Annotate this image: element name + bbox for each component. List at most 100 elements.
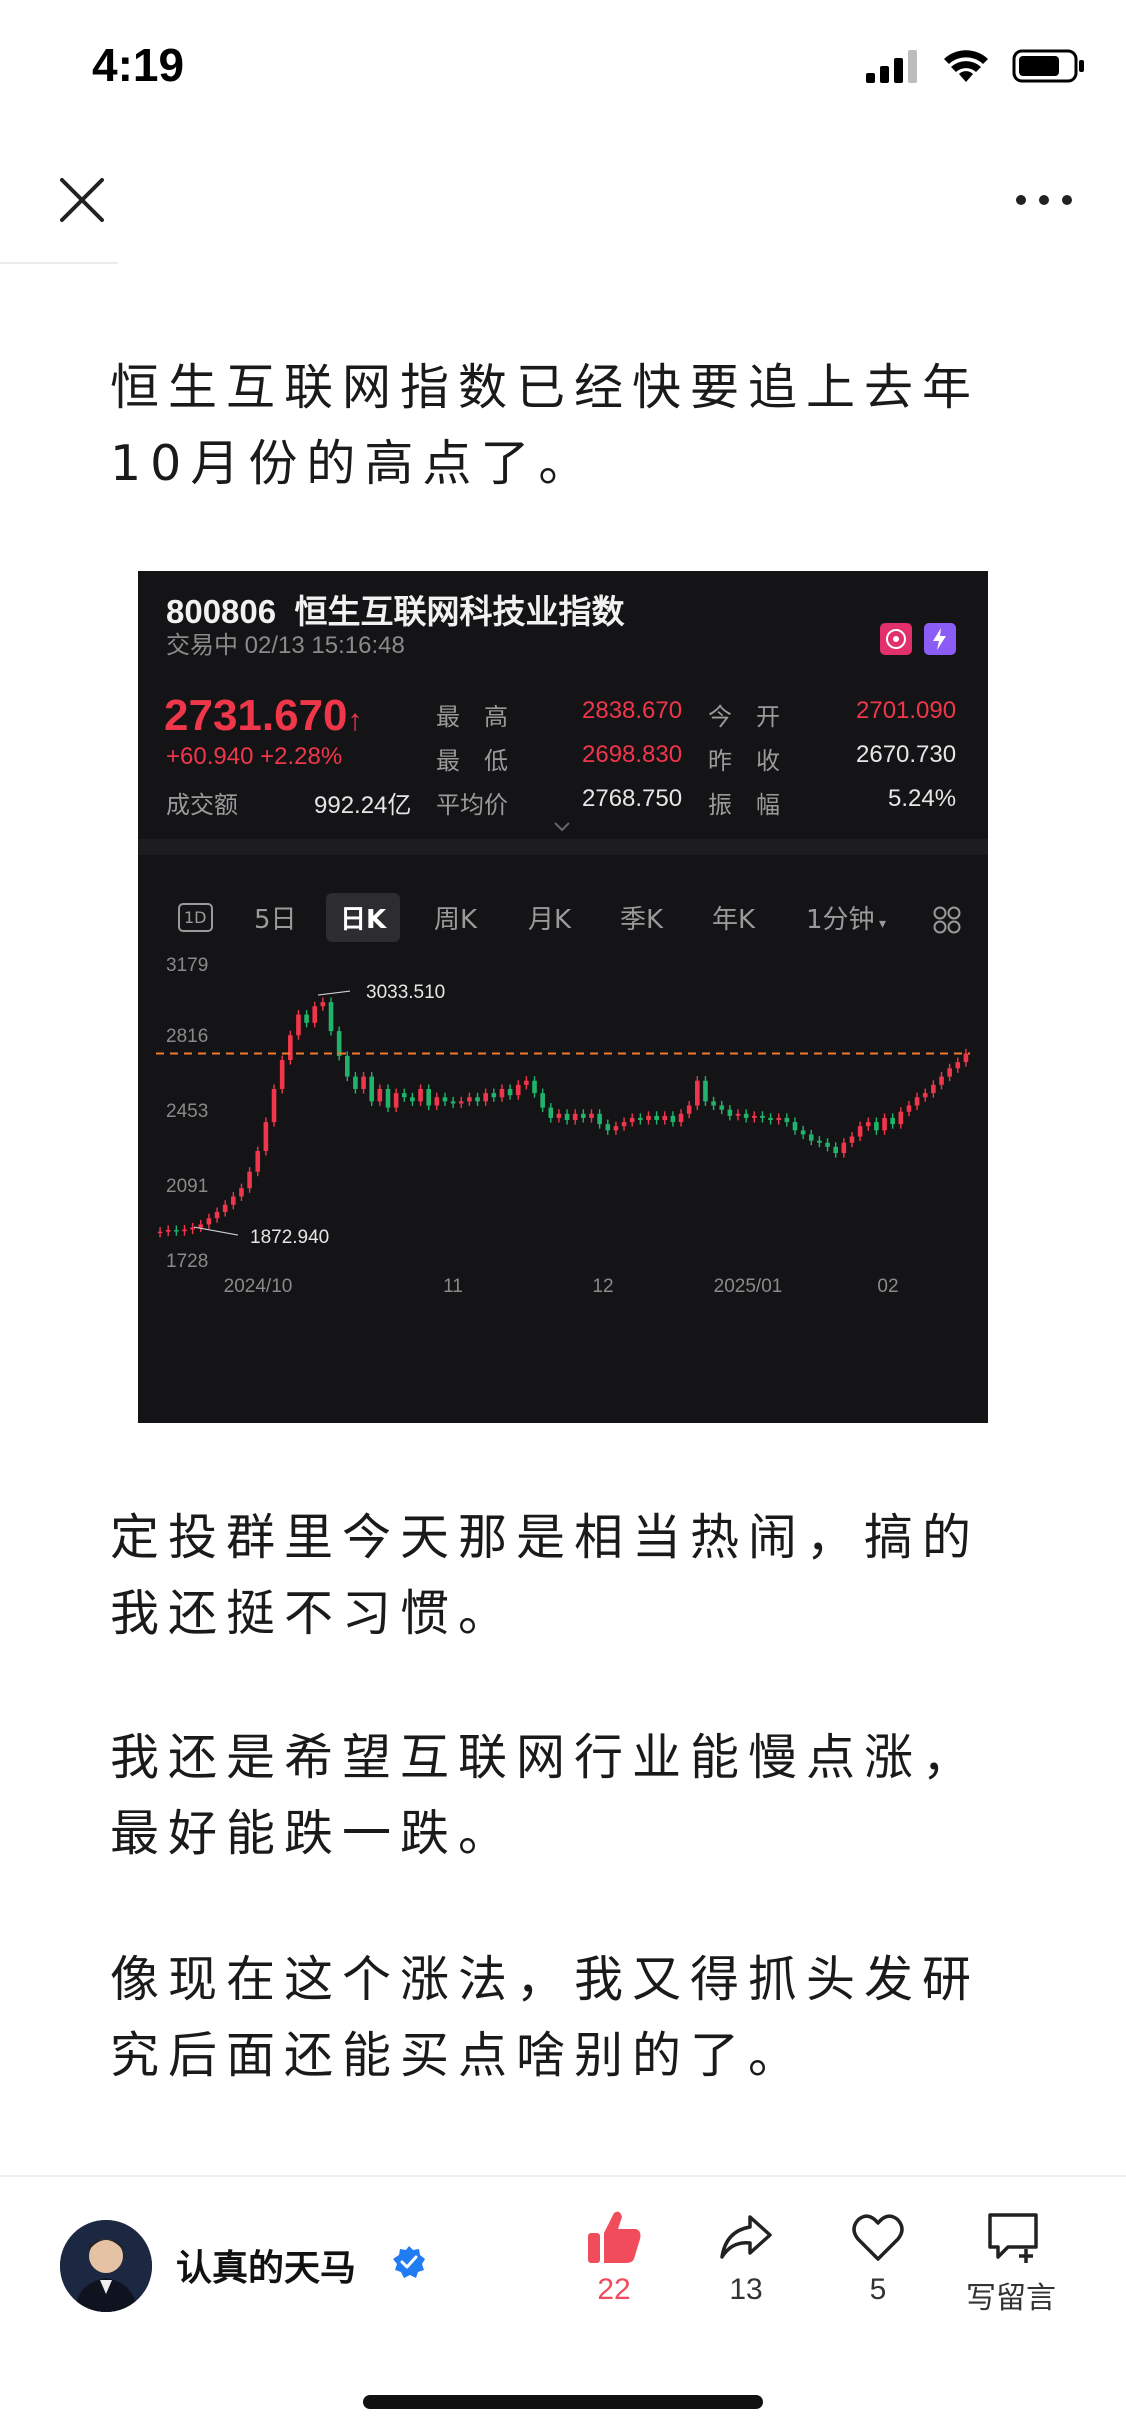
close-icon	[60, 178, 104, 222]
candle-body	[760, 1115, 765, 1118]
tab-weekly-k[interactable]: 周K	[434, 899, 477, 936]
candle-body	[165, 1229, 171, 1232]
candle-body	[247, 1171, 252, 1189]
candle-body	[369, 1076, 375, 1102]
candle-body	[467, 1097, 472, 1102]
change-percent: +2.28%	[260, 743, 343, 770]
candle-body	[695, 1080, 700, 1106]
more-icon-dot	[1039, 195, 1049, 205]
bottom-action-bar: 认真的天马 22 13 5 写留言	[0, 2175, 1126, 2436]
verified-icon	[393, 2246, 425, 2278]
candle-body	[874, 1122, 879, 1131]
candle-body	[540, 1093, 545, 1108]
candle-body	[833, 1146, 838, 1154]
like-button[interactable]: 22	[576, 2207, 652, 2327]
candle-body	[939, 1076, 944, 1085]
write-comment-button[interactable]: 写留言	[956, 2207, 1066, 2327]
candle-body	[605, 1124, 611, 1131]
tab-1min[interactable]: 1分钟 ▾	[806, 899, 886, 936]
candle-body	[206, 1218, 212, 1225]
more-icon-dot	[1062, 195, 1072, 205]
candle-body	[271, 1088, 277, 1123]
candle-body	[548, 1107, 554, 1118]
author-name[interactable]: 认真的天马	[176, 2239, 356, 2291]
candle-body	[597, 1113, 602, 1125]
candle-body	[955, 1062, 961, 1069]
status-time: 4:19	[92, 39, 185, 91]
candle-body	[947, 1068, 952, 1077]
avatar[interactable]	[60, 2220, 152, 2312]
candle-body	[320, 1002, 326, 1007]
candle-body	[564, 1113, 570, 1120]
trade-status: 交易中 02/13 15:16:48	[166, 632, 405, 659]
x-tick-label: 2025/01	[714, 1276, 783, 1297]
panel-separator	[138, 839, 988, 855]
amplitude-label: 振 幅	[708, 792, 780, 819]
candle-body	[922, 1093, 928, 1098]
signal-icon	[866, 50, 917, 83]
x-tick-label: 11	[443, 1276, 463, 1297]
annotation-leader	[317, 990, 351, 996]
hk-market-icon	[880, 623, 912, 655]
candle-body	[336, 1031, 342, 1056]
candle-body	[524, 1080, 529, 1085]
candle-body	[222, 1204, 228, 1212]
low-value: 2698.830	[582, 741, 683, 768]
grid-icon[interactable]	[932, 905, 962, 935]
tab-5day[interactable]: 5日	[254, 899, 297, 936]
candle-body	[483, 1093, 488, 1102]
chart-period-tabs: 1D 5日 日K 周K 月K 季K 年K 1分钟 ▾	[138, 889, 988, 945]
like-count: 22	[597, 2273, 631, 2306]
share-button[interactable]: 13	[708, 2207, 784, 2327]
more-button[interactable]	[1016, 188, 1072, 212]
candle-body	[401, 1093, 407, 1098]
candle-body	[784, 1117, 790, 1123]
favorite-count: 5	[869, 2273, 887, 2306]
high-value: 2838.670	[582, 697, 683, 724]
candle-body	[231, 1196, 236, 1205]
candle-body	[800, 1130, 806, 1135]
more-icon-dot	[1016, 195, 1026, 205]
tab-1d[interactable]: 1D	[178, 903, 213, 932]
candle-body	[768, 1117, 773, 1120]
tab-daily-k[interactable]: 日K	[326, 893, 401, 942]
prev-close-value: 2670.730	[856, 741, 957, 768]
candle-body	[450, 1101, 456, 1104]
avatar-image	[60, 2220, 152, 2312]
up-arrow-icon: ↑	[347, 704, 363, 737]
tab-monthly-k[interactable]: 月K	[528, 899, 571, 936]
article-paragraph: 像现在这个涨法，我又得抓头发研究后面还能买点啥别的了。	[110, 1951, 981, 2084]
candle-body	[418, 1088, 423, 1102]
candle-body	[385, 1088, 391, 1108]
tab-quarterly-k[interactable]: 季K	[620, 899, 663, 936]
candle-body	[841, 1142, 847, 1154]
y-tick-label: 2453	[166, 1101, 208, 1122]
article-paragraph: 恒生互联网指数已经快要追上去年10月份的高点了。	[110, 359, 981, 492]
candle-body	[426, 1088, 431, 1106]
candle-body	[882, 1117, 887, 1131]
candle-body	[499, 1088, 505, 1098]
stock-quote-card[interactable]: 800806 恒生互联网科技业指数 交易中 02/13 15:16:48 273…	[138, 571, 988, 1423]
candle-body	[613, 1126, 619, 1131]
candle-body	[776, 1117, 782, 1120]
candle-body	[735, 1113, 741, 1116]
candle-body	[174, 1229, 179, 1232]
nav-divider	[0, 262, 118, 264]
dropdown-caret-icon: ▾	[874, 916, 887, 932]
candle-body	[751, 1115, 757, 1118]
candlestick-chart[interactable]: 3179 2816 2453 2091 1728 2024/10 11 12 2025/01 02…	[138, 951, 988, 1423]
favorite-button[interactable]: 5	[840, 2207, 916, 2327]
home-indicator[interactable]	[363, 2395, 763, 2409]
close-button[interactable]	[54, 172, 110, 228]
candle-body	[646, 1115, 651, 1120]
candle-body	[304, 1014, 309, 1023]
expand-chevron-icon[interactable]	[552, 821, 572, 833]
candle-body	[353, 1076, 358, 1089]
level2-icon	[924, 623, 956, 655]
candle-body	[654, 1115, 659, 1120]
candle-body	[719, 1105, 725, 1110]
candle-body	[638, 1117, 643, 1120]
tab-yearly-k[interactable]: 年K	[712, 899, 755, 936]
annotation-low-label: 1872.940	[250, 1227, 329, 1248]
candle-body	[678, 1113, 684, 1123]
